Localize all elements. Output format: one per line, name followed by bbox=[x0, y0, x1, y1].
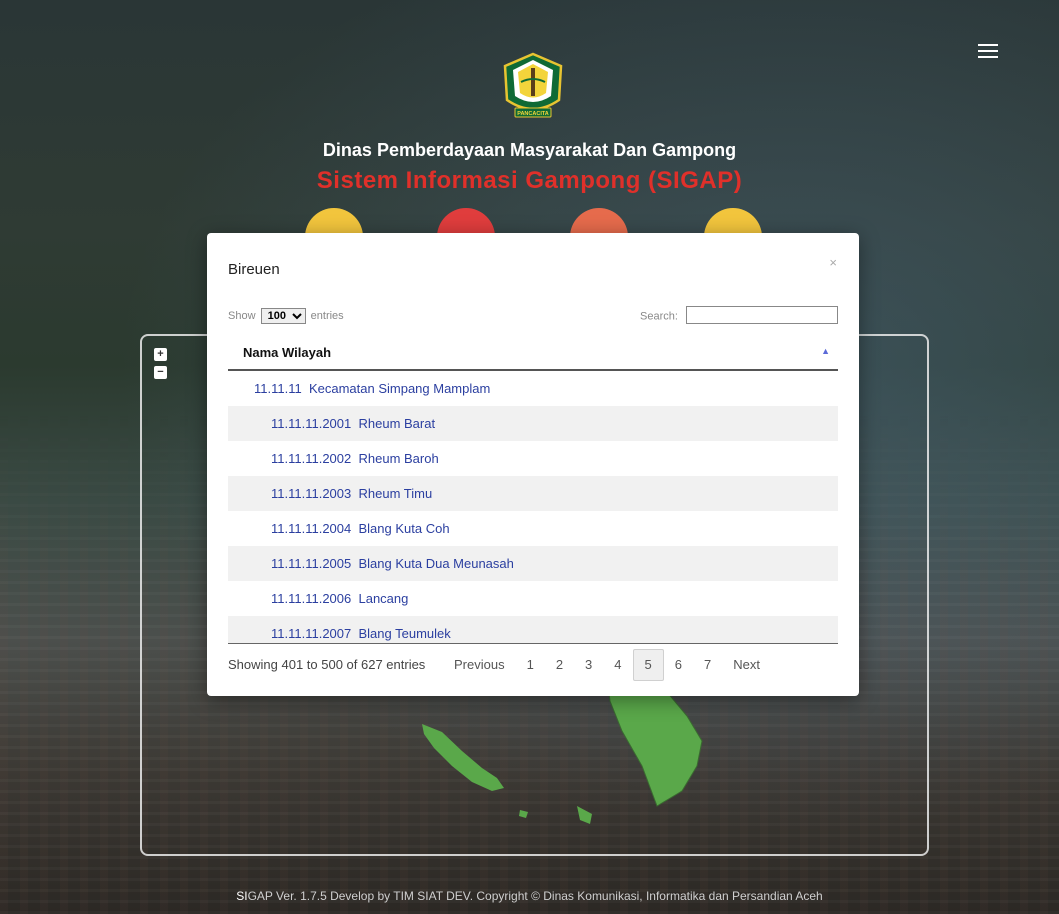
region-code: 11.11.11.2003 bbox=[271, 486, 352, 501]
page-button-6[interactable]: 6 bbox=[664, 649, 693, 681]
region-code: 11.11.11.2002 bbox=[271, 451, 352, 466]
map-region-islet[interactable] bbox=[519, 810, 528, 818]
table-bottom-divider bbox=[228, 643, 838, 644]
close-icon[interactable]: × bbox=[829, 255, 837, 270]
table-row[interactable]: 11.11.11.2002 Rheum Baroh bbox=[228, 441, 838, 476]
map-region-mainland[interactable] bbox=[606, 677, 703, 807]
agency-title: Dinas Pemberdayaan Masyarakat Dan Gampon… bbox=[322, 140, 737, 160]
column-header-nama-wilayah[interactable]: Nama Wilayah ▲ bbox=[228, 333, 838, 371]
region-code: 11.11.11 bbox=[254, 381, 302, 396]
page-button-2[interactable]: 2 bbox=[545, 649, 574, 681]
map-region-island[interactable] bbox=[422, 724, 504, 791]
aceh-emblem-logo: PANCACITA bbox=[503, 52, 563, 118]
region-name: Blang Kuta Dua Meunasah bbox=[358, 556, 514, 571]
table-row[interactable]: 11.11.11 Kecamatan Simpang Mamplam bbox=[228, 371, 838, 406]
region-name: Kecamatan Simpang Mamplam bbox=[308, 381, 491, 396]
entries-label: entries bbox=[310, 310, 344, 322]
region-code: 11.11.11.2007 bbox=[271, 626, 352, 641]
region-code: 11.11.11.2004 bbox=[271, 521, 352, 536]
page-button-4[interactable]: 4 bbox=[603, 649, 632, 681]
modal-title: Bireuen bbox=[228, 261, 280, 278]
page-button-5-current[interactable]: 5 bbox=[632, 649, 664, 681]
entries-length-control: Show 100 entries bbox=[228, 308, 344, 324]
footer: SIGAP Ver. 1.7.5 Develop by TIM SIAT DEV… bbox=[0, 889, 1059, 903]
region-name: Rheum Barat bbox=[358, 416, 436, 431]
zoom-in-button[interactable]: + bbox=[154, 348, 167, 361]
page-button-7[interactable]: 7 bbox=[693, 649, 722, 681]
search-input[interactable] bbox=[686, 306, 838, 324]
region-name: Rheum Baroh bbox=[358, 451, 439, 466]
page-button-1[interactable]: 1 bbox=[516, 649, 545, 681]
show-label: Show bbox=[228, 310, 256, 322]
region-name: Rheum Timu bbox=[358, 486, 433, 501]
table-row[interactable]: 11.11.11.2001 Rheum Barat bbox=[228, 406, 838, 441]
search-label: Search: bbox=[640, 310, 678, 323]
table-row[interactable]: 11.11.11.2003 Rheum Timu bbox=[228, 476, 838, 511]
column-header-label: Nama Wilayah bbox=[243, 345, 332, 360]
zoom-out-button[interactable]: − bbox=[154, 366, 167, 379]
table-row[interactable]: 11.11.11.2007 Blang Teumulek bbox=[228, 616, 838, 644]
region-name: Blang Kuta Coh bbox=[358, 521, 450, 536]
system-title: Sistem Informasi Gampong (SIGAP) bbox=[316, 167, 743, 194]
hamburger-menu-icon[interactable] bbox=[978, 44, 998, 60]
table-info: Showing 401 to 500 of 627 entries bbox=[228, 657, 426, 672]
region-code: 11.11.11.2005 bbox=[271, 556, 352, 571]
next-page-button[interactable]: Next bbox=[722, 649, 771, 681]
entries-select[interactable]: 100 bbox=[260, 308, 306, 324]
footer-text: GAP Ver. 1.7.5 Develop by TIM SIAT DEV. … bbox=[247, 889, 823, 903]
sort-asc-icon: ▲ bbox=[821, 346, 830, 356]
map-region-islet[interactable] bbox=[577, 806, 592, 824]
region-code: 11.11.11.2006 bbox=[271, 591, 352, 606]
page-button-3[interactable]: 3 bbox=[574, 649, 603, 681]
region-modal: Bireuen × Show 100 entries Search: Nama … bbox=[207, 233, 859, 696]
region-table: Nama Wilayah ▲ 11.11.11 Kecamatan Simpan… bbox=[228, 333, 838, 644]
region-name: Blang Teumulek bbox=[358, 626, 451, 641]
search-control: Search: bbox=[640, 306, 838, 324]
footer-brand-prefix: SI bbox=[236, 889, 248, 903]
previous-page-button[interactable]: Previous bbox=[443, 649, 516, 681]
table-row[interactable]: 11.11.11.2006 Lancang bbox=[228, 581, 838, 616]
region-name: Lancang bbox=[358, 591, 409, 606]
logo-text: PANCACITA bbox=[517, 111, 549, 117]
pagination: Previous 1 2 3 4 5 6 7 Next bbox=[443, 649, 771, 681]
table-row[interactable]: 11.11.11.2005 Blang Kuta Dua Meunasah bbox=[228, 546, 838, 581]
table-row[interactable]: 11.11.11.2004 Blang Kuta Coh bbox=[228, 511, 838, 546]
region-code: 11.11.11.2001 bbox=[271, 416, 352, 431]
